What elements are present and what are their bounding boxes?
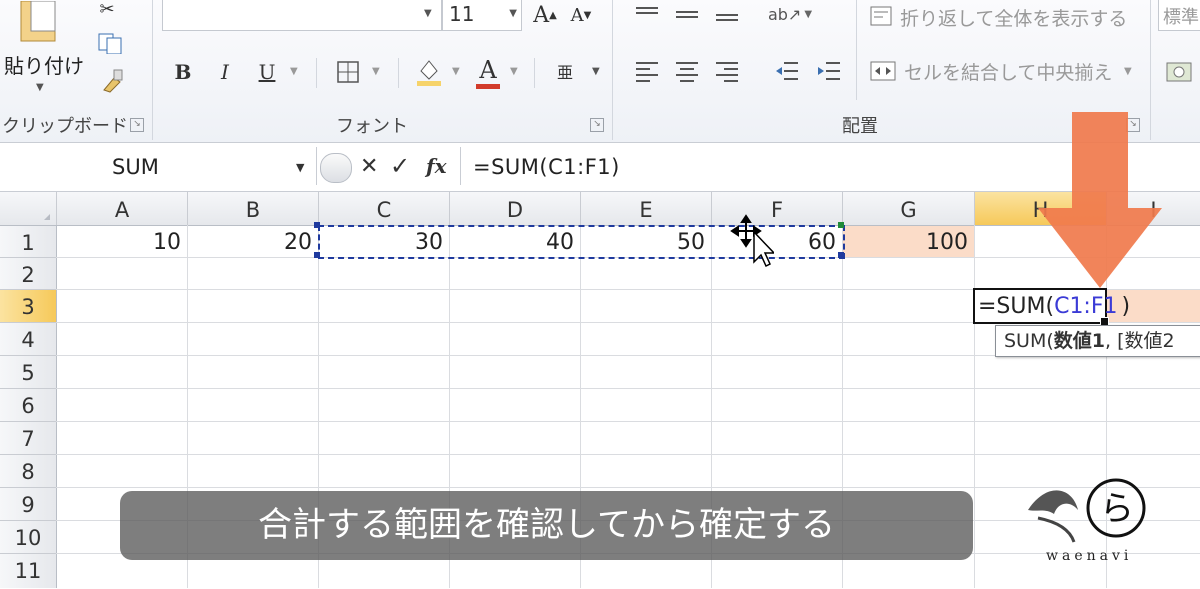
fill-color-icon[interactable] xyxy=(414,56,444,88)
font-name-dropdown-icon[interactable]: ▼ xyxy=(424,8,432,19)
mouse-cursor-icon xyxy=(730,214,774,268)
italic-button[interactable]: I xyxy=(212,58,238,86)
paste-button[interactable]: 貼り付け xyxy=(4,50,84,79)
number-format-value: 標準 xyxy=(1163,7,1199,28)
increase-indent-icon[interactable] xyxy=(814,58,844,84)
underline-button[interactable]: U xyxy=(254,58,280,86)
waenavi-logo: ら waenavi xyxy=(1018,470,1148,570)
select-all-corner[interactable] xyxy=(0,192,57,225)
font-launcher-icon[interactable]: ↘ xyxy=(590,118,604,132)
name-box[interactable]: SUM ▼ xyxy=(0,147,317,185)
merge-center-dropdown-icon[interactable]: ▼ xyxy=(1124,66,1132,77)
font-size-box[interactable]: 11 ▼ xyxy=(442,0,522,31)
annotation-arrow-icon xyxy=(1038,112,1162,288)
phonetic-dropdown-icon[interactable]: ▼ xyxy=(592,66,600,77)
watermark-text: waenavi xyxy=(1046,548,1133,564)
row-header-1[interactable]: 1 xyxy=(0,226,57,258)
function-tooltip: SUM(数値1, [数値2 xyxy=(995,325,1200,357)
name-box-value: SUM xyxy=(112,155,159,179)
tooltip-rest: , [数値2 xyxy=(1105,330,1175,352)
formula-bar-grip[interactable] xyxy=(320,153,352,183)
row-header-4[interactable]: 4 xyxy=(0,323,57,356)
clipboard-launcher-icon[interactable]: ↘ xyxy=(130,118,144,132)
column-header-d[interactable]: D xyxy=(450,192,581,225)
grow-font-icon[interactable]: A ▲ xyxy=(532,2,558,28)
row-header-10[interactable]: 10 xyxy=(0,521,57,554)
paste-dropdown-icon[interactable]: ▼ xyxy=(36,82,44,93)
align-middle-icon[interactable] xyxy=(672,4,702,24)
active-cell-text-suffix: ) xyxy=(1121,294,1131,319)
column-header-e[interactable]: E xyxy=(581,192,712,225)
bold-button[interactable]: B xyxy=(170,58,196,86)
shrink-font-icon[interactable]: A ▼ xyxy=(568,2,594,28)
range-corner-handle[interactable] xyxy=(314,222,320,228)
row-header-7[interactable]: 7 xyxy=(0,422,57,455)
number-format-box[interactable]: 標準 xyxy=(1158,0,1200,31)
formula-value: =SUM(C1:F1) xyxy=(473,155,620,179)
active-cell-text-prefix: =SUM( xyxy=(978,294,1055,319)
subtitle-caption: 合計する範囲を確認してから確定する xyxy=(120,491,973,560)
align-center-icon[interactable] xyxy=(672,58,702,84)
merge-center-icon[interactable] xyxy=(868,58,898,84)
format-painter-icon[interactable] xyxy=(98,66,128,96)
insert-function-icon[interactable]: fx xyxy=(426,154,447,178)
range-corner-handle[interactable] xyxy=(838,252,844,258)
paste-icon[interactable] xyxy=(8,0,68,46)
column-headers: A B C D E F G H I xyxy=(0,192,1200,226)
name-box-dropdown-icon[interactable]: ▼ xyxy=(296,161,304,174)
column-header-g[interactable]: G xyxy=(843,192,975,225)
active-cell-h3[interactable]: =SUM(C1:F1) xyxy=(973,288,1130,324)
accounting-format-icon[interactable] xyxy=(1164,56,1194,86)
ribbon: 貼り付け ▼ ✂ クリップボード ↘ ▼ 11 ▼ A ▲ A ▼ B I U ▼ … xyxy=(0,0,1200,143)
range-corner-handle[interactable] xyxy=(314,252,320,258)
copy-icon[interactable] xyxy=(92,30,132,56)
fill-color-dropdown-icon[interactable]: ▼ xyxy=(452,66,460,77)
row-header-9[interactable]: 9 xyxy=(0,488,57,521)
font-color-dropdown-icon[interactable]: ▼ xyxy=(510,66,518,77)
cut-icon[interactable]: ✂ xyxy=(92,0,122,20)
row-header-5[interactable]: 5 xyxy=(0,356,57,389)
row-header-2[interactable]: 2 xyxy=(0,258,57,290)
underline-dropdown-icon[interactable]: ▼ xyxy=(290,66,298,77)
row-header-6[interactable]: 6 xyxy=(0,389,57,422)
align-top-icon[interactable] xyxy=(632,4,662,24)
alignment-group-label: 配置 xyxy=(842,116,878,137)
cell-a1[interactable]: 10 xyxy=(57,226,181,257)
column-header-c[interactable]: C xyxy=(319,192,450,225)
active-cell-range-ref: C1:F1 xyxy=(1054,294,1118,319)
merge-center-button[interactable]: セルを結合して中央揃え xyxy=(904,58,1112,85)
decrease-indent-icon[interactable] xyxy=(772,58,802,84)
column-header-a[interactable]: A xyxy=(57,192,188,225)
align-right-icon[interactable] xyxy=(712,58,742,84)
cell-b1[interactable]: 20 xyxy=(188,226,312,257)
range-corner-handle[interactable] xyxy=(838,222,844,228)
column-header-b[interactable]: B xyxy=(188,192,319,225)
font-color-icon[interactable]: A xyxy=(474,54,502,86)
tooltip-prefix: SUM( xyxy=(1004,330,1054,352)
cell-g1[interactable]: 100 xyxy=(843,226,968,257)
align-left-icon[interactable] xyxy=(632,58,662,84)
font-size-dropdown-icon[interactable]: ▼ xyxy=(509,8,517,19)
row-header-11[interactable]: 11 xyxy=(0,554,57,588)
row-header-8[interactable]: 8 xyxy=(0,455,57,488)
row-header-3[interactable]: 3 xyxy=(0,290,57,323)
font-group-label: フォント xyxy=(336,116,408,137)
svg-text:ら: ら xyxy=(1100,489,1134,529)
clipboard-group-label: クリップボード xyxy=(2,116,128,137)
tooltip-bold-arg: 数値1 xyxy=(1053,330,1106,352)
enter-icon[interactable]: ✓ xyxy=(390,152,410,180)
font-name-box[interactable] xyxy=(162,0,442,31)
font-size-value: 11 xyxy=(449,2,475,26)
wrap-text-icon[interactable] xyxy=(868,4,894,28)
cancel-icon[interactable]: ✕ xyxy=(360,154,378,179)
align-bottom-icon[interactable] xyxy=(712,4,742,24)
phonetic-icon[interactable]: 亜 xyxy=(550,54,580,88)
borders-dropdown-icon[interactable]: ▼ xyxy=(372,66,380,77)
orientation-icon[interactable]: ab↗ ▼ xyxy=(768,2,812,26)
borders-icon[interactable] xyxy=(334,58,362,86)
wrap-text-button[interactable]: 折り返して全体を表示する xyxy=(900,4,1127,31)
